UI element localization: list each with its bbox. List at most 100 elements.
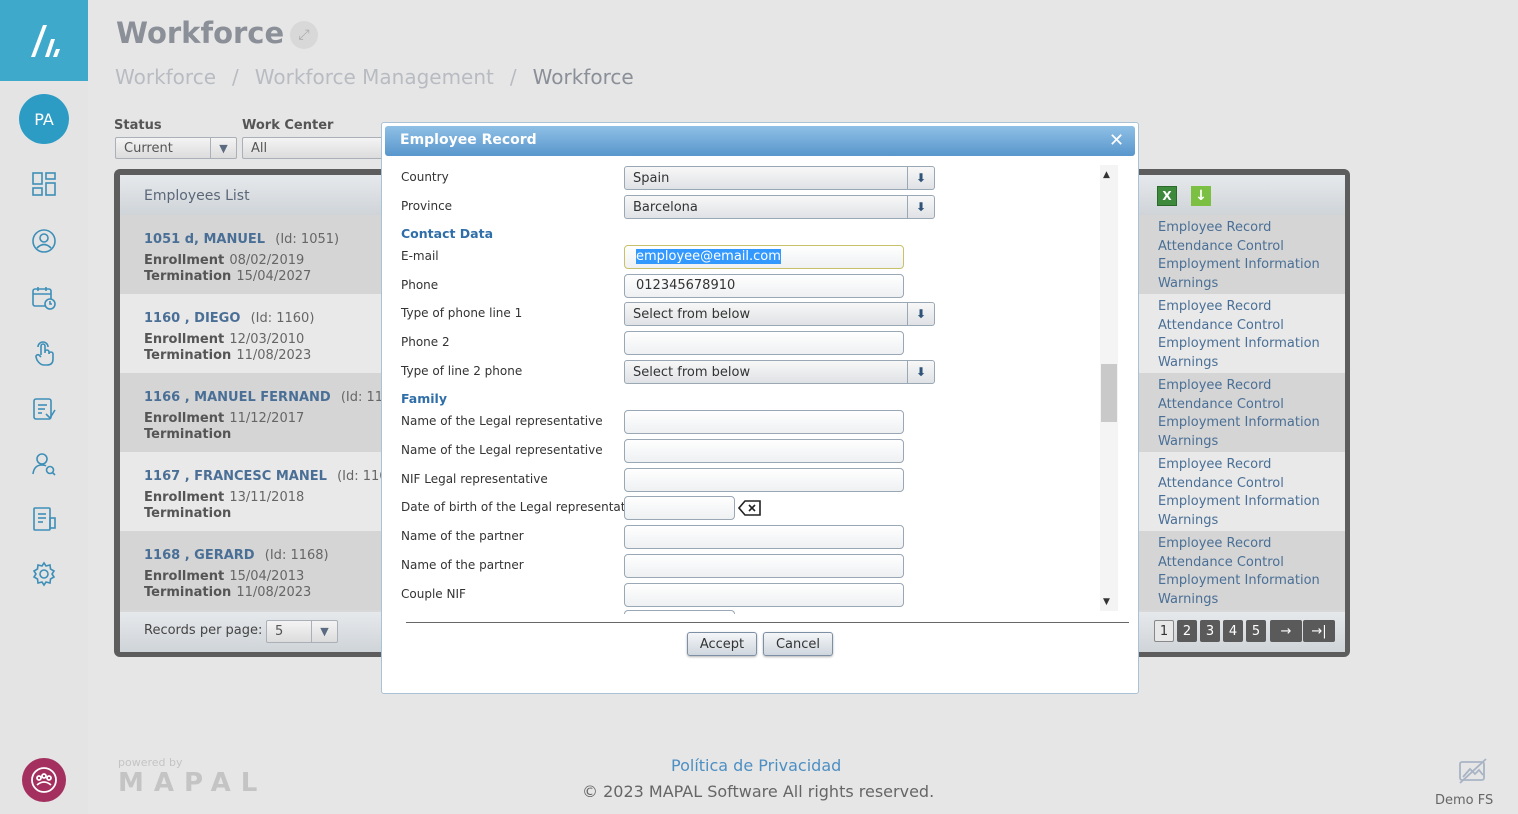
- app-logo[interactable]: [0, 0, 88, 81]
- breadcrumb-current: Workforce: [532, 65, 634, 89]
- clear-date-icon[interactable]: [737, 499, 762, 521]
- phone-value: 012345678910: [636, 278, 736, 293]
- employee-record-link[interactable]: Employee Record: [1158, 377, 1320, 396]
- employee-name[interactable]: 1167 , FRANCESC MANEL: [144, 469, 327, 484]
- breadcrumb-item[interactable]: Workforce Management: [255, 65, 494, 89]
- attendance-control-link[interactable]: Attendance Control: [1158, 317, 1320, 336]
- employee-id: (Id: 116: [337, 469, 388, 484]
- employee-record-link[interactable]: Employee Record: [1158, 456, 1320, 475]
- employment-information-link[interactable]: Employment Information: [1158, 335, 1320, 354]
- workcenter-label: Work Center: [242, 118, 334, 133]
- status-select[interactable]: Current ▼: [115, 137, 237, 159]
- chevron-down-icon[interactable]: ▼: [311, 621, 337, 642]
- user-search-icon[interactable]: [29, 449, 59, 479]
- warnings-link[interactable]: Warnings: [1158, 354, 1320, 373]
- workcenter-select[interactable]: All: [242, 137, 387, 159]
- attendance-control-link[interactable]: Attendance Control: [1158, 396, 1320, 415]
- termination-line: Termination: [144, 423, 231, 442]
- gear-icon[interactable]: [29, 559, 59, 589]
- copyright-text: © 2023 MAPAL Software All rights reserve…: [582, 782, 935, 801]
- user-circle-icon[interactable]: [29, 226, 59, 256]
- warnings-link[interactable]: Warnings: [1158, 433, 1320, 452]
- employee-record-link[interactable]: Employee Record: [1158, 535, 1320, 554]
- attendance-control-link[interactable]: Attendance Control: [1158, 475, 1320, 494]
- phone-type2-value: Select from below: [633, 365, 751, 380]
- page-2-button[interactable]: 2: [1177, 620, 1197, 642]
- email-value: employee@email.com: [636, 249, 781, 264]
- dashboard-icon[interactable]: [29, 169, 59, 199]
- accept-button[interactable]: Accept: [687, 632, 757, 656]
- employee-name[interactable]: 1168 , GERARD: [144, 548, 255, 563]
- enrollment-date: 11/12/2017: [229, 411, 305, 426]
- touch-hand-icon[interactable]: [29, 339, 59, 369]
- couple-nif-label: Couple NIF: [401, 587, 466, 601]
- couple-nif-field[interactable]: [624, 583, 904, 607]
- arrow-right-icon[interactable]: →: [1270, 620, 1302, 642]
- excel-export-icon[interactable]: X: [1157, 186, 1177, 206]
- breadcrumb-item[interactable]: Workforce: [115, 65, 216, 89]
- legal-rep-nif-field[interactable]: [624, 468, 904, 492]
- country-label: Country: [401, 170, 449, 184]
- scrollbar-thumb[interactable]: [1101, 364, 1117, 422]
- document-check-icon[interactable]: [29, 394, 59, 424]
- employment-information-link[interactable]: Employment Information: [1158, 493, 1320, 512]
- email-field[interactable]: employee@email.com: [624, 245, 904, 269]
- employee-id: (Id: 1168): [264, 548, 329, 563]
- phone2-field[interactable]: [624, 331, 904, 355]
- employee-name[interactable]: 1166 , MANUEL FERNAND: [144, 390, 331, 405]
- phone2-label: Phone 2: [401, 335, 450, 349]
- chevron-down-icon[interactable]: ⬇: [907, 303, 934, 325]
- chevron-down-icon[interactable]: ⬇: [907, 167, 934, 189]
- warnings-link[interactable]: Warnings: [1158, 512, 1320, 531]
- partner-name2-field[interactable]: [624, 554, 904, 578]
- country-value: Spain: [633, 171, 670, 186]
- chevron-down-icon[interactable]: ⬇: [907, 196, 934, 218]
- phone-type1-select[interactable]: Select from below ⬇: [624, 302, 935, 326]
- arrow-last-icon[interactable]: →|: [1303, 620, 1335, 642]
- legal-rep-name2-field[interactable]: [624, 439, 904, 463]
- report-icon[interactable]: [29, 504, 59, 534]
- close-icon[interactable]: ✕: [1109, 130, 1124, 151]
- page-1-button[interactable]: 1: [1154, 620, 1174, 642]
- records-per-page-label: Records per page:: [144, 623, 263, 638]
- warnings-link[interactable]: Warnings: [1158, 591, 1320, 610]
- page-4-button[interactable]: 4: [1223, 620, 1243, 642]
- attendance-control-link[interactable]: Attendance Control: [1158, 554, 1320, 573]
- phone-field[interactable]: 012345678910: [624, 274, 904, 298]
- partner-name1-field[interactable]: [624, 525, 904, 549]
- brand-avatar-icon[interactable]: [22, 758, 66, 802]
- page-3-button[interactable]: 3: [1200, 620, 1220, 642]
- records-per-page-select[interactable]: 5 ▼: [266, 620, 338, 643]
- partner-name2-label: Name of the partner: [401, 558, 524, 572]
- privacy-policy-link[interactable]: Política de Privacidad: [671, 756, 841, 775]
- warnings-link[interactable]: Warnings: [1158, 275, 1320, 294]
- calendar-clock-icon[interactable]: [29, 283, 59, 313]
- download-icon[interactable]: ↓: [1191, 186, 1211, 206]
- legal-rep-dob-field[interactable]: [624, 496, 735, 520]
- expand-icon[interactable]: ⤢: [290, 21, 318, 49]
- employment-information-link[interactable]: Employment Information: [1158, 414, 1320, 433]
- phone-type2-select[interactable]: Select from below ⬇: [624, 360, 935, 384]
- employment-information-link[interactable]: Employment Information: [1158, 572, 1320, 591]
- employee-name[interactable]: 1051 d, MANUEL: [144, 232, 265, 247]
- row-links: Employee Record Attendance Control Emplo…: [1158, 456, 1320, 530]
- user-avatar[interactable]: PA: [19, 94, 69, 144]
- page-5-button[interactable]: 5: [1246, 620, 1266, 642]
- legal-rep-name1-field[interactable]: [624, 410, 904, 434]
- legal-rep-nif-label: NIF Legal representative: [401, 472, 548, 486]
- employee-name-line: 1167 , FRANCESC MANEL (Id: 116: [144, 465, 388, 484]
- legal-rep-name1-label: Name of the Legal representative: [401, 414, 603, 428]
- province-select[interactable]: Barcelona ⬇: [624, 195, 935, 219]
- attendance-control-link[interactable]: Attendance Control: [1158, 238, 1320, 257]
- chevron-down-icon[interactable]: ⬇: [907, 361, 934, 383]
- scroll-up-icon[interactable]: ▲: [1103, 170, 1110, 180]
- employee-name[interactable]: 1160 , DIEGO: [144, 311, 240, 326]
- scroll-down-icon[interactable]: ▼: [1103, 597, 1110, 607]
- cancel-button[interactable]: Cancel: [763, 632, 833, 656]
- employee-record-link[interactable]: Employee Record: [1158, 219, 1320, 238]
- chevron-down-icon[interactable]: ▼: [210, 138, 236, 158]
- country-select[interactable]: Spain ⬇: [624, 166, 935, 190]
- employee-record-link[interactable]: Employee Record: [1158, 298, 1320, 317]
- employment-information-link[interactable]: Employment Information: [1158, 256, 1320, 275]
- termination-line: Termination: [144, 502, 231, 521]
